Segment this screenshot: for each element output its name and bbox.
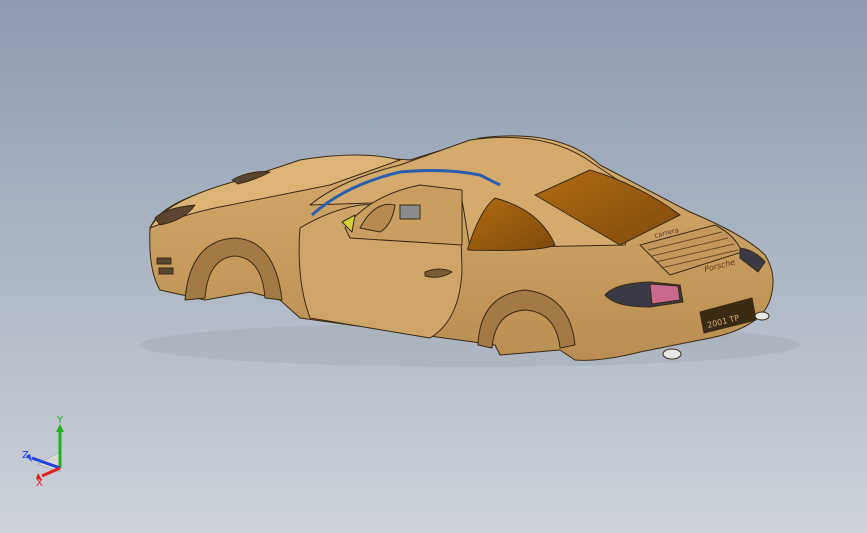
coordinate-triad: Y Z X [22,415,64,489]
exhaust-right-icon [754,311,770,321]
taillight-left-lens [649,283,681,305]
front-vent-icon [156,257,172,265]
dashboard-screen-icon [399,204,421,220]
x-axis-label: X [36,478,43,489]
exhaust-left-icon [662,348,682,360]
z-axis-label: Z [22,450,29,461]
x-axis-icon [41,466,61,478]
front-vent-icon [158,267,174,275]
y-axis-label: Y [56,415,64,426]
graphics-viewport[interactable]: carrera Porsche 2001 TP Y Z X [0,0,867,533]
model-scene[interactable]: carrera Porsche 2001 TP [0,0,867,533]
